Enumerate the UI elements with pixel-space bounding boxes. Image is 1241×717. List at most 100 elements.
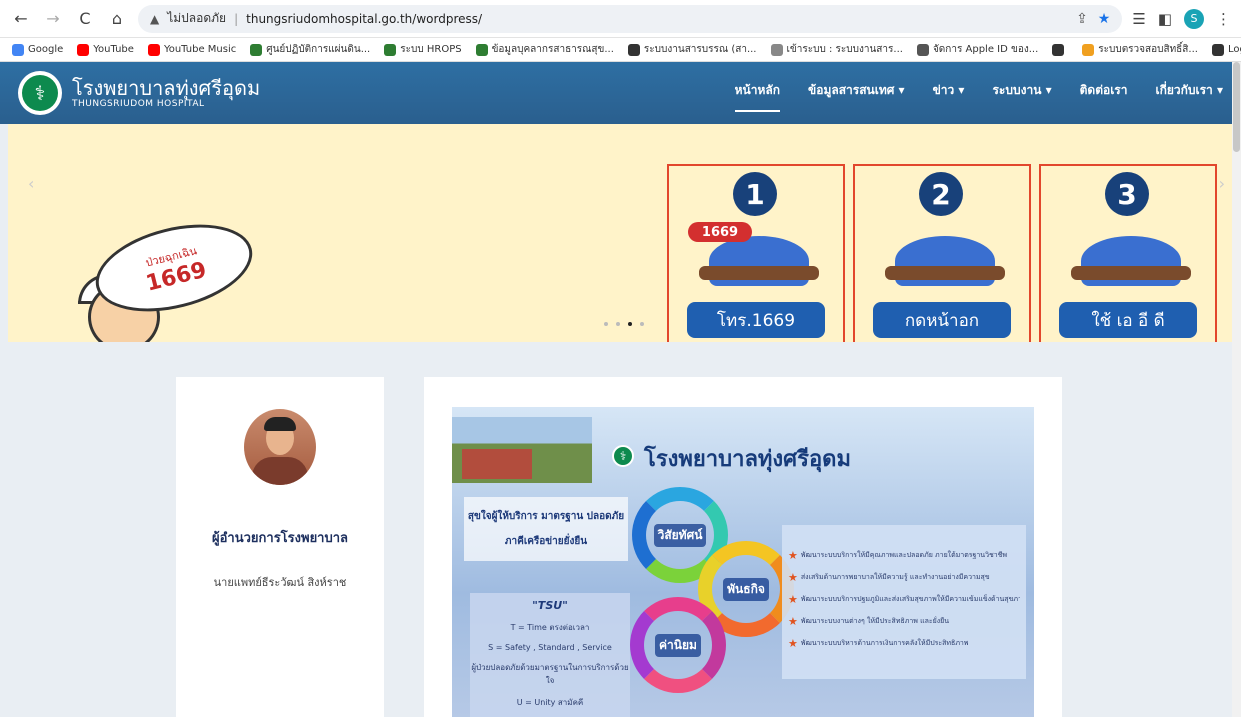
- hospital-building-photo: [452, 417, 592, 483]
- bookmark-label: ระบบ HROPS: [400, 44, 462, 55]
- main-content: ผู้อำนวยการโรงพยาบาล นายแพทย์ธีระวัฒน์ ส…: [0, 342, 1241, 717]
- bookmark-label: ระบบงานสารบรรณ (สา...: [643, 44, 757, 55]
- forward-icon[interactable]: →: [42, 8, 64, 30]
- vision-mission-image: ⚕ โรงพยาบาลทุ่งศรีอุดม สุขใจผู้ให้บริการ…: [452, 407, 1034, 717]
- step-label: ใช้ เอ อี ดี: [1059, 302, 1197, 338]
- bookmark-favicon-icon: [250, 43, 263, 56]
- bookmark-item[interactable]: YouTube Music: [147, 43, 237, 56]
- star-icon: ★: [788, 615, 798, 628]
- star-icon: ★: [788, 571, 798, 584]
- bookmark-favicon-icon: [475, 43, 488, 56]
- bookmark-favicon-icon: [384, 43, 397, 56]
- bookmark-label: YouTube Music: [163, 44, 237, 55]
- profile-avatar[interactable]: S: [1184, 8, 1204, 29]
- url-text[interactable]: thungsriudomhospital.go.th/wordpress/: [246, 12, 482, 26]
- step-card: 2 กดหน้าอก: [853, 164, 1031, 342]
- bookmark-label: จัดการ Apple ID ของ...: [932, 44, 1039, 55]
- mission-list: ★ พัฒนาระบบบริการให้มีคุณภาพและปลอดภัย ภา…: [782, 525, 1026, 679]
- reading-list-icon[interactable]: ☰: [1132, 10, 1145, 28]
- nav-home[interactable]: หน้าหลัก: [734, 81, 781, 112]
- director-photo: [244, 409, 316, 485]
- hero-carousel[interactable]: ‹ › ป่วยฉุกเฉิน 1669 1 โทร.1669 2 กดหน้า…: [8, 124, 1233, 342]
- browser-toolbar: ← → C ⌂ ▲ ไม่ปลอดภัย | thungsriudomhospi…: [0, 0, 1241, 38]
- cpr-steps: 1 โทร.1669 2 กดหน้าอก 3 ใช้ เอ อี ดี: [667, 164, 1217, 342]
- star-icon: ★: [788, 593, 798, 606]
- bookmark-favicon-icon: [627, 43, 640, 56]
- back-icon[interactable]: ←: [10, 8, 32, 30]
- director-name: นายแพทย์ธีระวัฒน์ สิงห์ราช: [213, 576, 347, 589]
- nav-information[interactable]: ข้อมูลสารสนเทศ ▾: [808, 81, 905, 106]
- security-label: ไม่ปลอดภัย: [167, 11, 227, 25]
- carousel-dot[interactable]: [616, 322, 620, 326]
- site-name-thai: โรงพยาบาลทุ่งศรีอุดม: [72, 76, 261, 100]
- bookmark-item[interactable]: ระบบ HROPS: [384, 42, 462, 57]
- hospital-logo[interactable]: ⚕: [18, 71, 62, 115]
- carousel-prev-icon[interactable]: ‹: [28, 174, 34, 193]
- mission-item: ★ ส่งเสริมด้านการพยาบาลให้มีความรู้ และทำ…: [788, 571, 990, 584]
- nav-news[interactable]: ข่าว ▾: [933, 81, 965, 106]
- bookmark-item[interactable]: ระบบตรวจสอบสิทธิ์สิ...: [1082, 42, 1198, 57]
- bookmark-label: ข้อมูลบุคลากรสาธารณสุข...: [491, 44, 614, 55]
- bookmark-item[interactable]: Google: [12, 43, 64, 56]
- slogan-box: สุขใจผู้ให้บริการ มาตรฐาน ปลอดภัย ภาคีเค…: [464, 497, 628, 561]
- bookmark-star-icon[interactable]: ★: [1098, 11, 1111, 27]
- bookmark-label: Log In ‹ โรงพยาบาลทุ่...: [1227, 44, 1241, 55]
- vision-mission-card: ⚕ โรงพยาบาลทุ่งศรีอุดม สุขใจผู้ให้บริการ…: [424, 377, 1062, 717]
- bookmark-label: Google: [28, 44, 64, 55]
- step-number: 2: [919, 172, 963, 216]
- nav-contact[interactable]: ติดต่อเรา: [1080, 81, 1128, 106]
- carousel-dot[interactable]: [640, 322, 644, 326]
- carousel-dot[interactable]: [604, 322, 608, 326]
- bookmark-item[interactable]: เข้าระบบ : ระบบงานสาร...: [770, 42, 903, 57]
- values-ring: ค่านิยม: [630, 597, 726, 693]
- bookmark-favicon-icon: [1082, 43, 1095, 56]
- phone-1669-pill: 1669: [688, 222, 752, 242]
- nav-systems[interactable]: ระบบงาน ▾: [992, 81, 1051, 106]
- bookmark-favicon-icon: [77, 43, 90, 56]
- carousel-next-icon[interactable]: ›: [1219, 174, 1225, 193]
- bookmark-item[interactable]: Log In ‹ โรงพยาบาลทุ่...: [1211, 42, 1241, 57]
- bookmark-label: ศูนย์ปฏิบัติการแผ่นดิน...: [266, 44, 371, 55]
- bookmark-favicon-icon: [1052, 43, 1065, 56]
- director-title: ผู้อำนวยการโรงพยาบาล: [212, 531, 348, 546]
- carousel-dot-active[interactable]: [628, 322, 632, 326]
- step-label: โทร.1669: [687, 302, 825, 338]
- bookmark-item[interactable]: ระบบงานสารบรรณ (สา...: [627, 42, 757, 57]
- page-scrollbar[interactable]: [1232, 62, 1241, 717]
- menu-kebab-icon[interactable]: ⋮: [1216, 10, 1231, 28]
- bookmark-favicon-icon: [770, 43, 783, 56]
- bookmark-item[interactable]: ข้อมูลบุคลากรสาธารณสุข...: [475, 42, 614, 57]
- caduceus-icon: ⚕: [612, 445, 634, 467]
- bookmark-favicon-icon: [12, 43, 24, 56]
- main-navigation: หน้าหลัก ข้อมูลสารสนเทศ ▾ ข่าว ▾ ระบบงาน…: [734, 81, 1223, 112]
- bookmark-item[interactable]: จัดการ Apple ID ของ...: [916, 42, 1039, 57]
- bookmark-item[interactable]: ศูนย์ปฏิบัติการแผ่นดิน...: [250, 42, 370, 57]
- bookmark-label: YouTube: [93, 44, 134, 55]
- side-panel-icon[interactable]: ◧: [1158, 10, 1172, 28]
- bookmark-favicon-icon: [916, 43, 929, 56]
- mission-item: ★ พัฒนาระบบงานต่างๆ ให้มีประสิทธิภาพ และย…: [788, 615, 950, 628]
- scrollbar-thumb[interactable]: [1233, 62, 1240, 152]
- nav-about[interactable]: เกี่ยวกับเรา ▾: [1155, 81, 1223, 106]
- mission-item: ★ พัฒนาระบบบริการปฐมภูมิและส่งเสริมสุขภาพ…: [788, 593, 1020, 606]
- site-name-english: THUNGSRIUDOM HOSPITAL: [72, 99, 205, 109]
- site-brand[interactable]: โรงพยาบาลทุ่งศรีอุดม THUNGSRIUDOM HOSPIT…: [72, 77, 260, 109]
- share-icon[interactable]: ⇪: [1076, 11, 1088, 27]
- bookmark-favicon-icon: [1211, 43, 1224, 56]
- bookmark-item[interactable]: [1052, 43, 1068, 56]
- address-bar[interactable]: ▲ ไม่ปลอดภัย | thungsriudomhospital.go.t…: [138, 4, 1123, 33]
- step-card: 3 ใช้ เอ อี ดี: [1039, 164, 1217, 342]
- promo-title: โรงพยาบาลทุ่งศรีอุดม: [644, 446, 851, 472]
- reload-icon[interactable]: C: [74, 8, 96, 30]
- bookmark-label: เข้าระบบ : ระบบงานสาร...: [786, 44, 903, 55]
- star-icon: ★: [788, 549, 798, 562]
- mission-item: ★ พัฒนาระบบบริหารด้านการเงินการคลังให้มีป…: [788, 637, 969, 650]
- bookmark-item[interactable]: YouTube: [77, 43, 134, 56]
- bookmark-label: ระบบตรวจสอบสิทธิ์สิ...: [1098, 44, 1198, 55]
- warning-icon: ▲: [150, 11, 160, 26]
- home-icon[interactable]: ⌂: [106, 8, 128, 30]
- caduceus-icon: ⚕: [22, 75, 58, 111]
- mission-item: ★ พัฒนาระบบบริการให้มีคุณภาพและปลอดภัย ภา…: [788, 549, 1008, 562]
- bookmarks-bar: Google YouTube YouTube Music ศูนย์ปฏิบัติกา…: [0, 38, 1241, 62]
- director-card: ผู้อำนวยการโรงพยาบาล นายแพทย์ธีระวัฒน์ ส…: [176, 377, 384, 717]
